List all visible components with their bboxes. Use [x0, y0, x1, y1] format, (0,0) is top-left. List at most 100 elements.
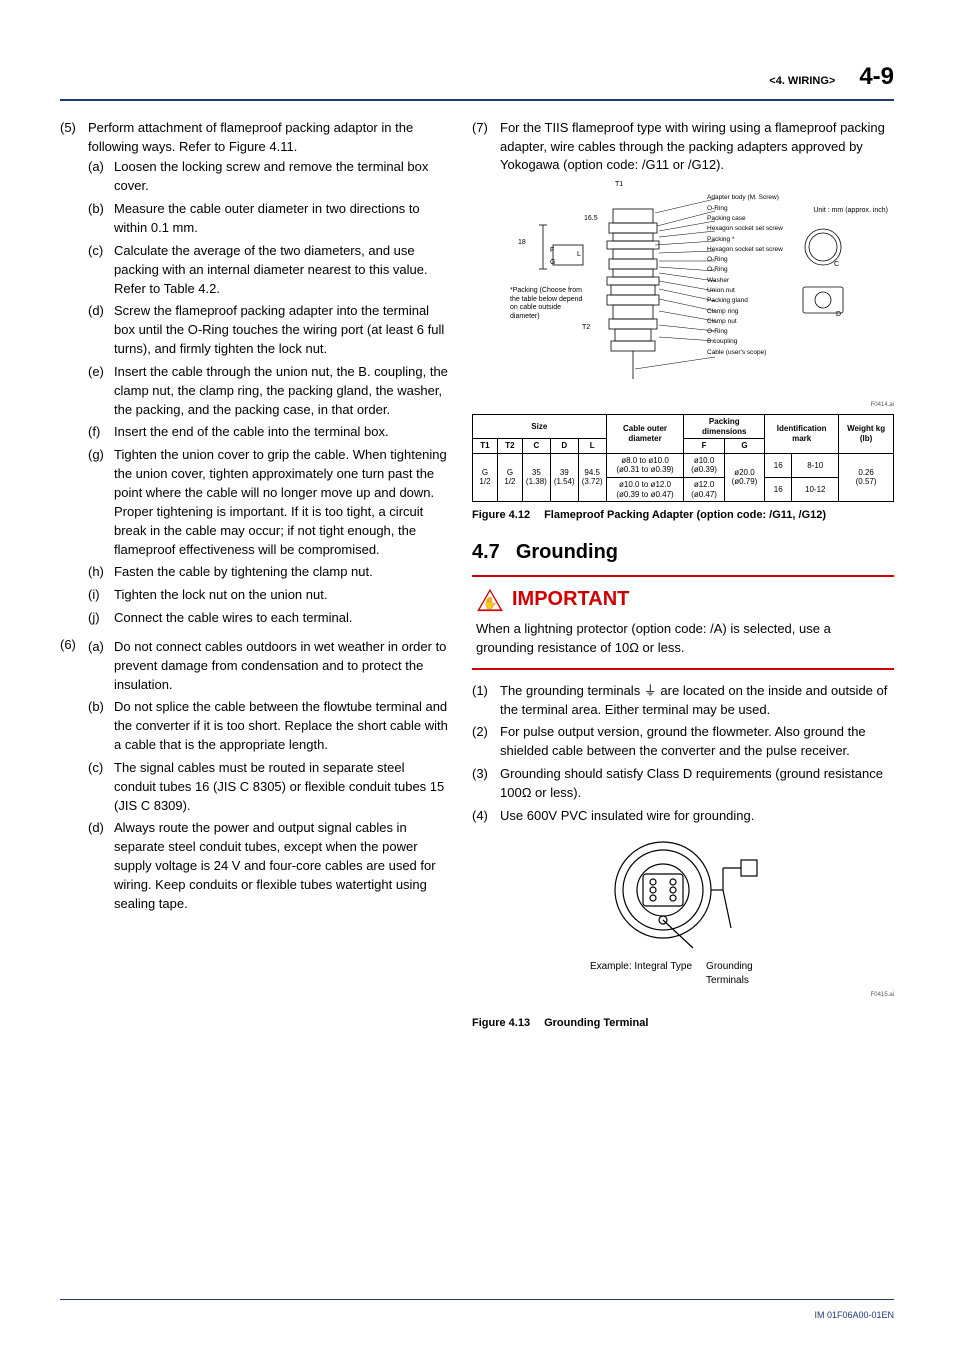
td: ø10.0 to ø12.0 (ø0.39 to ø0.47) — [606, 477, 684, 501]
svg-text:✋: ✋ — [483, 595, 498, 609]
td: 16 — [765, 477, 792, 501]
important-callout: ✋ IMPORTANT When a lightning protector (… — [472, 575, 894, 670]
section-heading: 4.7 Grounding — [472, 538, 894, 567]
warning-icon: ✋ — [476, 588, 504, 612]
sub-marker: (a) — [88, 638, 114, 695]
dim-f: F — [550, 247, 554, 255]
sub-text: Grounding should satisfy Class D require… — [500, 765, 894, 803]
td: G 1/2 — [473, 453, 498, 501]
th: T1 — [473, 439, 498, 454]
sub-marker: (1) — [472, 682, 500, 720]
td: 94.5 (3.72) — [578, 453, 606, 501]
packing-adapter-diagram: T1 T2 F G L 18 16.5 C D *Packing (Choose… — [472, 179, 894, 399]
page-header: <4. WIRING> 4-9 — [60, 60, 894, 101]
part-label: Clamp ring — [707, 307, 783, 317]
sub-text: Do not splice the cable between the flow… — [114, 698, 450, 755]
sub-marker: (2) — [472, 723, 500, 761]
unit-note: Unit : mm (approx. inch) — [813, 207, 888, 215]
td: ø12.0 (ø0.47) — [684, 477, 724, 501]
packing-table: Size Cable outer diameter Packing dimens… — [472, 414, 894, 502]
sub-text: The signal cables must be routed in sepa… — [114, 759, 450, 816]
th: D — [550, 439, 578, 454]
dim-c: C — [834, 261, 839, 269]
section-number: 4.7 — [472, 538, 500, 567]
th: L — [578, 439, 606, 454]
important-label: IMPORTANT — [512, 585, 629, 614]
figure-number: Figure 4.13 — [472, 1016, 530, 1032]
dim-18: 18 — [518, 239, 526, 247]
td: ø8.0 to ø10.0 (ø0.31 to ø0.39) — [606, 453, 684, 477]
footer-docid: IM 01F06A00-01EN — [814, 1309, 894, 1322]
sub-text: The grounding terminals ⏚ are located on… — [500, 682, 894, 720]
sub-text: Do not connect cables outdoors in wet we… — [114, 638, 450, 695]
important-text: When a lightning protector (option code:… — [476, 620, 890, 658]
section-name: Grounding — [516, 538, 618, 567]
sub-marker: (d) — [88, 819, 114, 913]
part-label: O-Ring — [707, 204, 783, 214]
sub-text: Insert the cable through the union nut, … — [114, 363, 450, 420]
figure-ref: F0415.ai — [871, 991, 894, 1000]
sub-marker: (e) — [88, 363, 114, 420]
part-label: Packing gland — [707, 296, 783, 306]
sub-marker: (3) — [472, 765, 500, 803]
part-label: Clamp nut — [707, 317, 783, 327]
left-column: (5) Perform attachment of flameproof pac… — [60, 119, 450, 1042]
figure-caption: Grounding Terminal — [544, 1016, 894, 1032]
th: G — [724, 439, 764, 454]
part-label: B.coupling — [707, 337, 783, 347]
td: 10-12 — [792, 477, 839, 501]
sub-text: For pulse output version, ground the flo… — [500, 723, 894, 761]
th-weight: Weight kg (lb) — [839, 415, 894, 454]
sub-text: Screw the flameproof packing adapter int… — [114, 302, 450, 359]
sub-marker: (h) — [88, 563, 114, 582]
dim-t2: T2 — [582, 324, 590, 332]
sub-marker: (j) — [88, 609, 114, 628]
td: 0.26 (0.57) — [839, 453, 894, 501]
th-ident: Identification mark — [765, 415, 839, 454]
part-label: Adapter body (M. Screw) — [707, 193, 783, 203]
figure-number: Figure 4.12 — [472, 508, 530, 524]
sub-marker: (c) — [88, 242, 114, 299]
sub-marker: (b) — [88, 200, 114, 238]
dim-g: G — [550, 259, 555, 267]
part-label: Washer — [707, 276, 783, 286]
dim-165: 16.5 — [584, 215, 598, 223]
sub-marker: (d) — [88, 302, 114, 359]
sub-marker: (i) — [88, 586, 114, 605]
part-label: O-Ring — [707, 265, 783, 275]
td: 39 (1.54) — [550, 453, 578, 501]
td: ø20.0 (ø0.79) — [724, 453, 764, 501]
dim-d: D — [836, 311, 841, 319]
page-number: 4-9 — [859, 60, 894, 95]
dim-l: L — [577, 251, 581, 259]
sub-text: Tighten the union cover to grip the cabl… — [114, 446, 450, 559]
part-label: Packing * — [707, 235, 783, 245]
sub-marker: (4) — [472, 807, 500, 826]
list-text: For the TIIS flameproof type with wiring… — [500, 120, 885, 173]
sub-marker: (b) — [88, 698, 114, 755]
grounding-terminals-label: Grounding Terminals — [706, 960, 776, 989]
sub-text: Use 600V PVC insulated wire for groundin… — [500, 807, 894, 826]
part-label: Hexagon socket set screw — [707, 224, 783, 234]
part-label: Packing case — [707, 214, 783, 224]
part-label: Hexagon socket set screw — [707, 245, 783, 255]
sub-text: Loosen the locking screw and remove the … — [114, 158, 450, 196]
sub-text: Connect the cable wires to each terminal… — [114, 609, 450, 628]
td: G 1/2 — [497, 453, 522, 501]
th: C — [522, 439, 550, 454]
list-marker: (5) — [60, 119, 88, 632]
sub-text: Measure the cable outer diameter in two … — [114, 200, 450, 238]
sub-text: Insert the end of the cable into the ter… — [114, 423, 450, 442]
right-column: (7) For the TIIS flameproof type with wi… — [472, 119, 894, 1042]
th-packing: Packing dimensions — [684, 415, 765, 439]
th: T2 — [497, 439, 522, 454]
list-text: Perform attachment of flameproof packing… — [88, 120, 413, 154]
sub-text: Always route the power and output signal… — [114, 819, 450, 913]
sub-text: Tighten the lock nut on the union nut. — [114, 586, 450, 605]
figure-example-label: Example: Integral Type — [590, 960, 692, 975]
sub-text: Fasten the cable by tightening the clamp… — [114, 563, 450, 582]
figure-caption: Flameproof Packing Adapter (option code:… — [544, 508, 894, 524]
th-size: Size — [473, 415, 607, 439]
sub-marker: (f) — [88, 423, 114, 442]
packing-note: *Packing (Choose from the table below de… — [510, 287, 588, 321]
